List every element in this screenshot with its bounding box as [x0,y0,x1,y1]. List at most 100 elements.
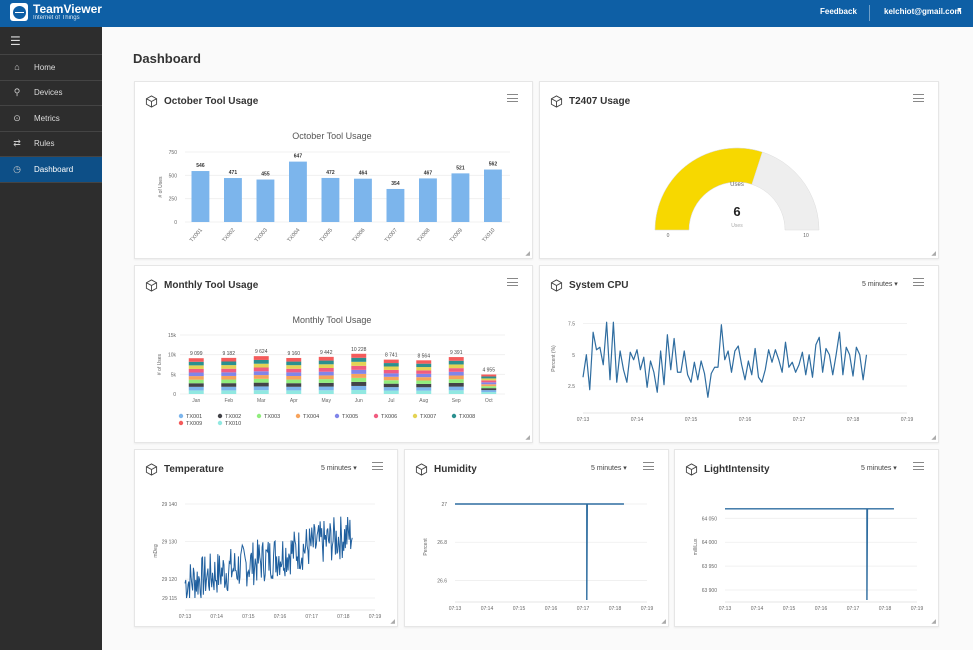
sidebar-item-dashboard[interactable]: ◷ Dashboard [0,157,102,183]
data-label: 464 [359,171,368,177]
bar-segment [253,371,269,376]
y-tick-label: 27 [441,502,447,508]
legend-label: TX004 [303,414,319,420]
resize-handle[interactable]: ◢ [661,618,666,625]
x-tick-label: 07:17 [793,417,806,423]
feedback-link[interactable]: Feedback [820,7,857,16]
bar-segment [351,369,367,374]
bar-segment [318,356,334,361]
bar-segment [448,375,464,380]
y-tick-label: 63 950 [702,564,718,570]
legend-marker [412,413,418,419]
resize-handle[interactable]: ◢ [525,434,530,441]
data-label: 8 741 [385,353,398,359]
legend-marker [217,413,223,419]
data-label: 455 [261,172,270,178]
data-label: 9 624 [255,349,268,355]
caret-down-icon[interactable]: ▼ [956,7,963,14]
monthly-stacked-bar-chart: Monthly Tool Usage 0 5k 10k 15k # of Uses 9 09… [157,315,505,427]
x-tick-label: 07:16 [739,417,752,423]
x-tick-label: 07:19 [901,417,914,423]
monthly-tool-usage-card: Monthly Tool Usage Monthly Tool Usage 0 5k… [134,265,533,443]
bar [386,188,405,222]
x-tick-label: 07:19 [911,606,924,612]
october-bar-chart: October Tool Usage 0 250 500 750 # of Uses 546… [158,131,510,244]
resize-handle[interactable]: ◢ [931,434,936,441]
data-label: 354 [391,181,400,187]
t2407-usage-card: T2407 Usage Uses 6 Uses 0 10 ◢ [539,81,939,259]
bar-segment [188,368,204,373]
resize-handle[interactable]: ◢ [931,250,936,257]
x-tick-label: 07:17 [305,614,318,620]
gauge-unit: Uses [731,223,743,229]
data-label: 4 955 [482,368,495,374]
y-tick-label: 5k [171,372,177,378]
x-tick-label: Sep [452,398,461,404]
bar-segment [481,376,497,379]
bar-segment [416,373,432,378]
x-tick-label: 07:18 [337,614,350,620]
y-tick-label: 5 [572,353,575,359]
x-tick-label: 07:13 [719,606,732,612]
brand-name: TeamViewer [33,2,102,16]
sidebar-item-metrics[interactable]: ⊙ Metrics [0,106,102,132]
bar-segment [416,383,432,388]
sidebar-item-label: Rules [34,139,55,149]
bar-segment [383,363,399,367]
teamviewer-logo[interactable]: TeamViewer Internet of Things [10,3,102,21]
x-tick-label: Feb [224,398,233,404]
resize-handle[interactable]: ◢ [931,618,936,625]
resize-handle[interactable]: ◢ [390,618,395,625]
bar-segment [286,368,302,373]
x-tick-label: 07:15 [513,606,526,612]
gauge-max-label: 10 [803,233,809,239]
bar-segment [448,360,464,365]
legend-label: TX005 [342,414,358,420]
x-tick-label: 07:14 [210,614,223,620]
x-tick-label: TX010 [481,227,496,243]
x-tick-label: TX005 [319,227,334,243]
legend-marker [373,413,379,419]
y-tick-label: 7.5 [568,322,575,328]
x-tick-label: May [322,398,332,404]
x-tick-label: 07:18 [879,606,892,612]
x-tick-label: 07:18 [609,606,622,612]
bar-segment [448,368,464,372]
gauge-value: 6 [733,204,740,219]
legend-label: TX006 [381,414,397,420]
x-tick-label: 07:16 [545,606,558,612]
sidebar-item-rules[interactable]: ⇄ Rules [0,132,102,157]
sidebar-item-home[interactable]: ⌂ Home [0,55,102,81]
bar-segment [351,373,367,378]
y-axis-label: mDeg [153,544,159,558]
user-menu[interactable]: kelchiot@gmail.com [884,7,962,16]
humidity-line-chart: 26.6 26.8 27 07:13 07:14 07:15 07:16 07:17 07:18… [423,502,653,612]
bar [224,178,242,222]
bar-segment [318,382,334,387]
bar-segment [416,387,432,391]
sidebar-item-devices[interactable]: ⚲ Devices [0,81,102,106]
bar-segment [383,387,399,391]
bar-segment [188,358,204,362]
sidebar-item-label: Devices [34,88,63,98]
bar-segment [383,366,399,370]
x-tick-label: 07:17 [847,606,860,612]
x-tick-label: TX008 [416,227,431,243]
bar-segment [188,383,204,387]
bar-segment [286,379,302,384]
bar-segment [286,386,302,391]
resize-handle[interactable]: ◢ [525,250,530,257]
hamburger-menu-icon[interactable]: ☰ [0,27,102,55]
y-axis-label: Percent (%) [551,345,557,372]
bar-segment [188,361,204,366]
bar-segment [286,390,302,394]
bar-segment [448,390,464,394]
gauge-min-label: 0 [667,233,670,239]
bar [321,177,340,222]
bar-segment [481,390,497,393]
bar-segment [481,382,497,385]
gauge-title: Uses [730,182,744,188]
sidebar-item-label: Metrics [34,113,60,123]
x-tick-label: Jan [192,398,200,404]
legend-label: TX008 [459,414,475,420]
